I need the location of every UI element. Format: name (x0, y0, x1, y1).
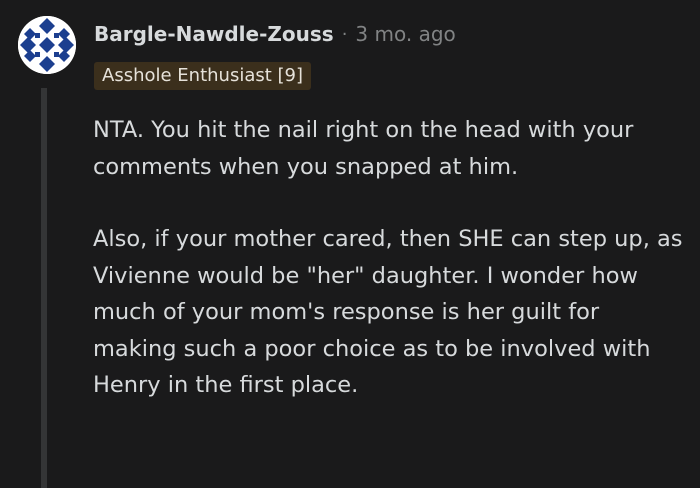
comment-author[interactable]: Bargle-Nawdle-Zouss (94, 22, 334, 46)
avatar-pattern-icon (18, 16, 76, 74)
user-avatar[interactable] (18, 16, 76, 74)
comment-body: NTA. You hit the nail right on the head … (93, 112, 683, 404)
user-flair[interactable]: Asshole Enthusiast [9] (94, 62, 312, 90)
comment-paragraph: Also, if your mother cared, then SHE can… (93, 226, 683, 398)
comment-header: Bargle-Nawdle-Zouss · 3 mo. ago (94, 18, 456, 50)
meta-separator: · (341, 23, 348, 45)
thread-collapse-line[interactable] (41, 88, 47, 488)
comment-paragraph: NTA. You hit the nail right on the head … (93, 117, 634, 180)
comment-timestamp[interactable]: 3 mo. ago (355, 22, 455, 46)
